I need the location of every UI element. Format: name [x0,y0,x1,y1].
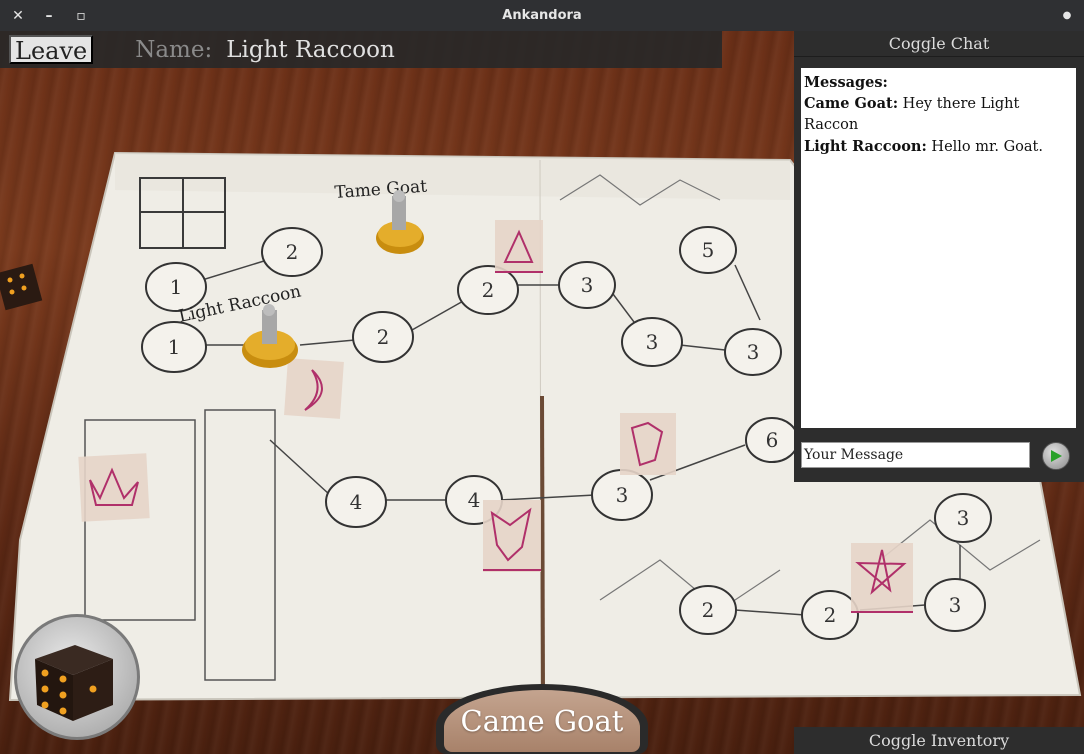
window-titlebar: ✕ – ▫ Ankandora ● [0,0,1084,31]
space-number: 2 [377,325,390,349]
send-play-icon [1051,450,1062,462]
chat-message-text: Hello mr. Goat. [931,139,1043,155]
board-divider-stick [540,395,545,696]
maximize-icon[interactable]: ▫ [70,0,92,31]
player-hud: Leave Name: Light Raccoon [0,31,722,68]
close-icon[interactable]: ✕ [7,0,29,31]
roll-dice-button[interactable] [14,614,140,740]
space-number: 3 [616,483,629,507]
space-number: 5 [702,238,715,262]
space-number: 3 [646,330,659,354]
space-number: 3 [957,506,970,530]
chat-message-author: Light Raccoon: [804,138,927,155]
chat-message-list[interactable]: Messages: Came Goat: Hey there Light Rac… [801,68,1076,428]
space-number: 2 [824,603,837,627]
space-number: 3 [581,273,594,297]
space-number: 4 [468,488,481,512]
current-turn-player: Came Goat [444,690,640,752]
table-die [0,263,43,311]
space-number: 3 [747,340,760,364]
space-number: 2 [482,278,495,302]
event-card-shield [483,500,541,572]
event-card-star [851,543,913,613]
chat-panel: Coggle Chat Messages: Came Goat: Hey the… [794,31,1084,482]
player-name: Light Raccoon [226,36,395,63]
chat-message-input[interactable]: Your Message [801,442,1030,468]
toggle-inventory-button[interactable]: Coggle Inventory [794,727,1084,754]
space-number: 3 [949,593,962,617]
send-button[interactable] [1042,442,1070,470]
space-number: 1 [168,335,181,359]
space-number: 6 [766,428,779,452]
event-card-triangle [495,220,543,273]
dice-icon [35,645,113,721]
space-number: 4 [350,490,363,514]
toggle-chat-button[interactable]: Coggle Chat [794,31,1084,57]
event-card-gem [620,413,676,475]
space-number: 2 [702,598,715,622]
space-number: 2 [286,240,299,264]
menu-dot-icon[interactable]: ● [1056,0,1078,31]
name-label: Name: [135,36,213,63]
chat-message: Light Raccoon: Hello mr. Goat. [804,136,1073,158]
chat-message: Came Goat: Hey there Light Raccon [804,93,1073,136]
space-number: 1 [170,275,183,299]
event-card-crown [78,453,150,522]
leave-button[interactable]: Leave [9,35,94,65]
minimize-icon[interactable]: – [38,0,60,31]
window-title: Ankandora [502,8,582,23]
chat-message-author: Came Goat: [804,95,899,112]
event-card-moon [284,358,344,419]
chat-messages-header: Messages: [804,74,888,91]
